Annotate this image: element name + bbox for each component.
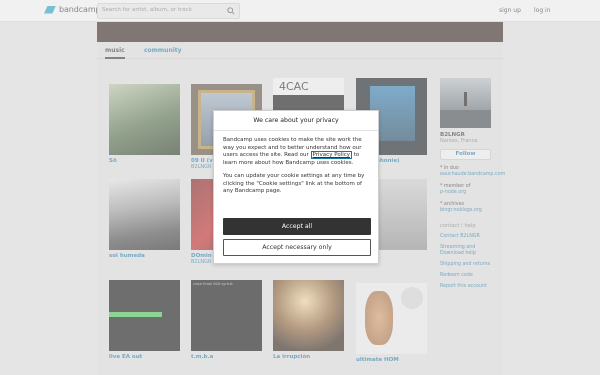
accept-necessary-button[interactable]: Accept necessary only — [223, 239, 371, 256]
accept-all-button[interactable]: Accept all — [223, 218, 371, 235]
cookie-paragraph: Bandcamp uses cookies to make the site w… — [223, 137, 369, 167]
cookie-consent-dialog: We care about your privacy Bandcamp uses… — [213, 110, 379, 264]
dialog-title: We care about your privacy — [214, 111, 378, 131]
privacy-policy-link[interactable]: Privacy Policy — [310, 151, 353, 159]
cookie-settings-paragraph: You can update your cookie settings at a… — [223, 173, 365, 194]
dialog-body: Bandcamp uses cookies to make the site w… — [214, 131, 378, 196]
